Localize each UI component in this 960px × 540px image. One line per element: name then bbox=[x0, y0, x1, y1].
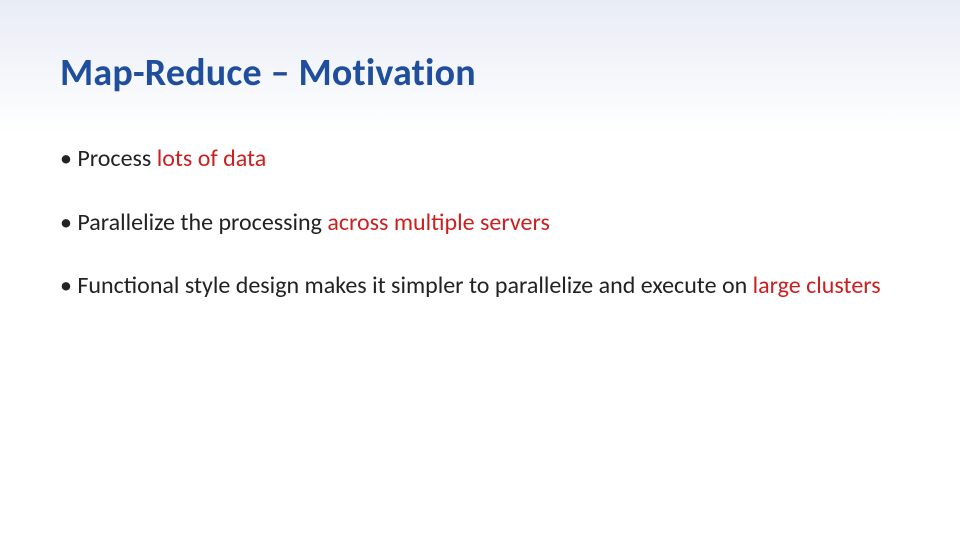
slide-title: Map-Reduce – Motivation bbox=[60, 50, 900, 96]
bullet-text-highlight: large clusters bbox=[753, 271, 881, 300]
bullet-text-highlight: across multiple servers bbox=[327, 208, 549, 237]
bullet-list: Process lots of data Parallelize the pro… bbox=[60, 136, 900, 309]
list-item: Functional style design makes it simpler… bbox=[60, 263, 900, 309]
bullet-text-pre: Process bbox=[77, 144, 156, 173]
bullet-text-pre: Functional style design makes it simpler… bbox=[77, 271, 752, 300]
list-item: Parallelize the processing across multip… bbox=[60, 200, 900, 246]
slide: Map-Reduce – Motivation Process lots of … bbox=[0, 0, 960, 540]
bullet-text-highlight: lots of data bbox=[157, 144, 267, 173]
list-item: Process lots of data bbox=[60, 136, 900, 182]
bullet-text-pre: Parallelize the processing bbox=[77, 208, 327, 237]
